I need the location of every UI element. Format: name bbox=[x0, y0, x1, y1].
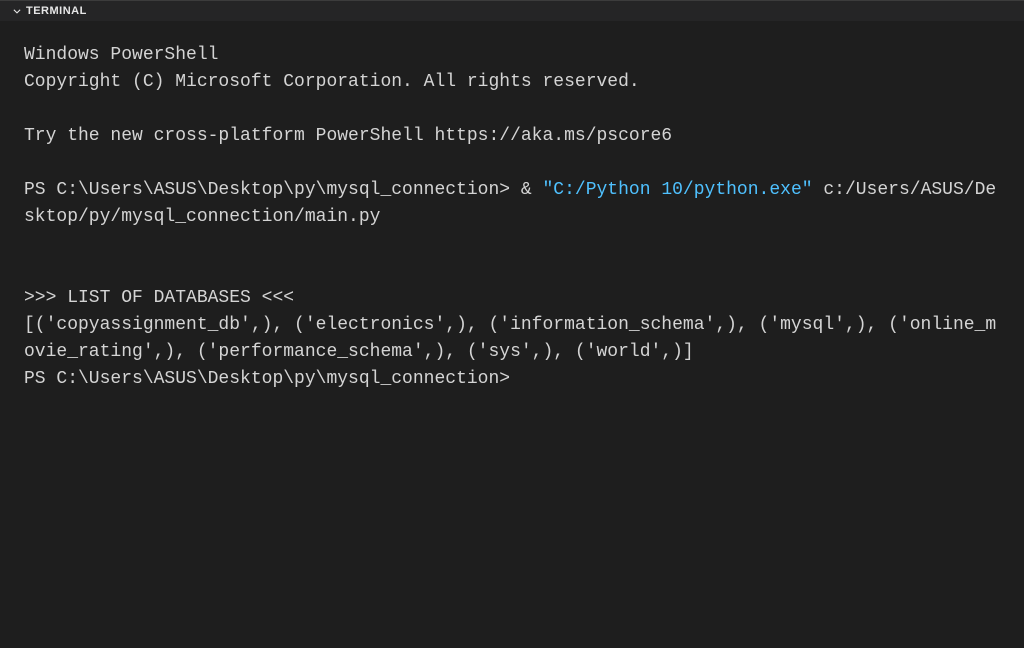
terminal-line: Copyright (C) Microsoft Corporation. All… bbox=[24, 69, 1000, 96]
terminal-output-header: >>> LIST OF DATABASES <<< bbox=[24, 285, 1000, 312]
terminal-tab[interactable]: TERMINAL bbox=[8, 3, 91, 19]
terminal-blank-line bbox=[24, 150, 1000, 177]
terminal-output-list: [('copyassignment_db',), ('electronics',… bbox=[24, 312, 1000, 366]
terminal-cmd-string: "C:/Python 10/python.exe" bbox=[543, 180, 813, 200]
terminal-line: Try the new cross-platform PowerShell ht… bbox=[24, 123, 1000, 150]
terminal-prompt: PS C:\Users\ASUS\Desktop\py\mysql_connec… bbox=[24, 180, 521, 200]
terminal-blank-line bbox=[24, 258, 1000, 285]
terminal-panel-header: TERMINAL bbox=[0, 0, 1024, 22]
terminal-output-area[interactable]: Windows PowerShell Copyright (C) Microso… bbox=[0, 22, 1024, 648]
terminal-line: Windows PowerShell bbox=[24, 42, 1000, 69]
terminal-blank-line bbox=[24, 231, 1000, 258]
terminal-command-line: PS C:\Users\ASUS\Desktop\py\mysql_connec… bbox=[24, 177, 1000, 231]
terminal-cmd-amp: & bbox=[521, 180, 543, 200]
terminal-blank-line bbox=[24, 96, 1000, 123]
chevron-down-icon bbox=[12, 6, 22, 16]
terminal-tab-label: TERMINAL bbox=[26, 5, 87, 17]
terminal-prompt: PS C:\Users\ASUS\Desktop\py\mysql_connec… bbox=[24, 366, 1000, 393]
